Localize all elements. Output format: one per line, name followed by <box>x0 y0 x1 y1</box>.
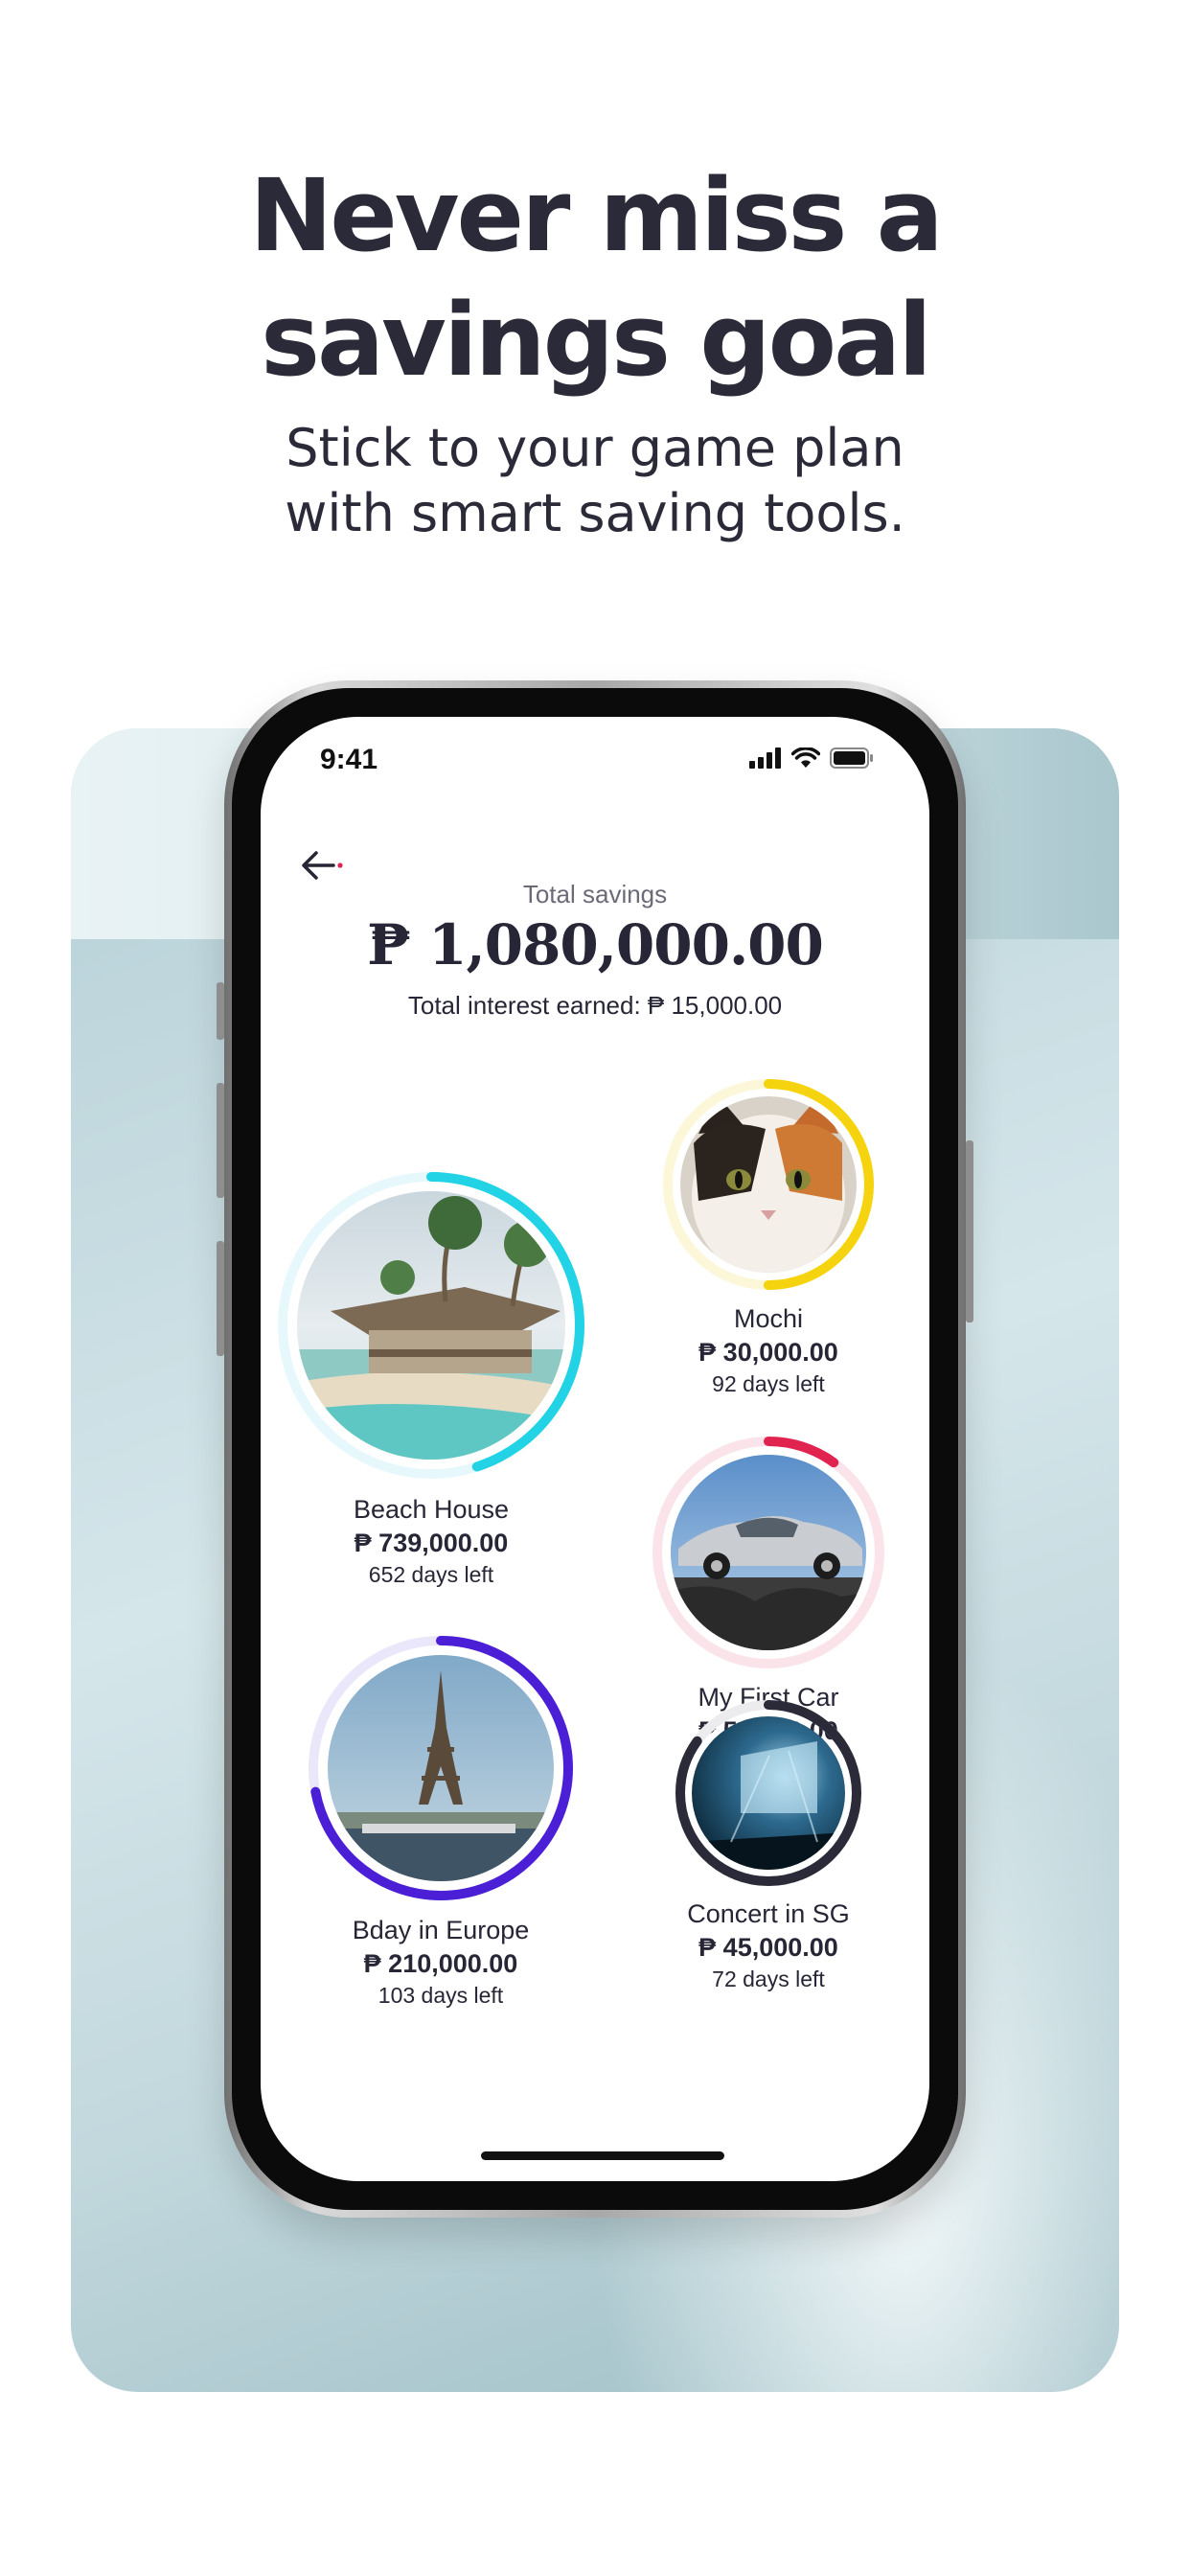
cellular-signal-icon <box>749 748 781 769</box>
home-indicator[interactable] <box>481 2151 724 2160</box>
goal-concert-in-sg[interactable]: Concert in SG ₱ 45,000.00 72 days left <box>644 1698 893 1992</box>
goal-amount: ₱ 30,000.00 <box>698 1338 838 1367</box>
goal-days-left: 103 days left <box>378 1983 504 2008</box>
total-savings-label: Total savings <box>522 880 668 908</box>
goal-name: Beach House <box>353 1495 510 1524</box>
goal-amount: ₱ 45,000.00 <box>698 1933 838 1962</box>
goal-progress-ring <box>663 1079 874 1290</box>
goal-progress-ring <box>652 1437 884 1668</box>
headline-line-1: Never miss a <box>249 157 944 274</box>
cat-photo <box>680 1096 857 1273</box>
status-bar: 9:41 <box>261 717 929 813</box>
goal-name: Concert in SG <box>687 1899 850 1928</box>
goal-days-left: 92 days left <box>712 1371 825 1396</box>
battery-icon <box>830 748 873 769</box>
total-savings-value: ₱ 1,080,000.00 <box>367 912 824 978</box>
wifi-icon <box>791 748 820 768</box>
goal-days-left: 72 days left <box>712 1966 825 1991</box>
eiffel-tower-photo <box>328 1655 554 1881</box>
goal-progress-ring <box>675 1700 861 1886</box>
goal-name: Bday in Europe <box>352 1916 530 1944</box>
headline-line-2: savings goal <box>261 282 932 399</box>
phone-screen: 9:41 Total savings ₱ 1,080,000.00 Total … <box>261 717 929 2181</box>
goal-name: Mochi <box>733 1304 804 1333</box>
goal-amount: ₱ 210,000.00 <box>363 1949 518 1978</box>
goal-amount: ₱ 739,000.00 <box>354 1529 509 1557</box>
goal-mochi[interactable]: Mochi ₱ 30,000.00 92 days left <box>644 1076 893 1397</box>
subheadline: Stick to your game plan with smart savin… <box>0 416 1190 546</box>
volume-down-button <box>217 1241 224 1356</box>
goal-days-left: 652 days left <box>368 1562 494 1587</box>
goal-progress-ring <box>278 1172 584 1479</box>
vintage-car-photo <box>671 1455 866 1650</box>
headline: Never miss a savings goal <box>0 153 1190 402</box>
goal-bday-in-europe[interactable]: Bday in Europe ₱ 210,000.00 103 days lef… <box>297 1632 584 2009</box>
subheadline-line-2: with smart saving tools. <box>285 483 905 543</box>
subheadline-line-1: Stick to your game plan <box>286 418 904 478</box>
total-interest-earned: Total interest earned: ₱ 15,000.00 <box>407 991 783 1020</box>
power-button <box>966 1140 973 1322</box>
phone-mockup: 9:41 Total savings ₱ 1,080,000.00 Total … <box>217 680 973 2218</box>
volume-up-button <box>217 1083 224 1198</box>
beach-house-photo <box>297 1191 565 1460</box>
goal-beach-house[interactable]: Beach House ₱ 739,000.00 652 days left <box>268 1167 594 1588</box>
mute-switch <box>217 982 224 1040</box>
goal-progress-ring <box>309 1636 573 1900</box>
status-time: 9:41 <box>320 744 378 775</box>
concert-stage-photo <box>692 1716 845 1870</box>
